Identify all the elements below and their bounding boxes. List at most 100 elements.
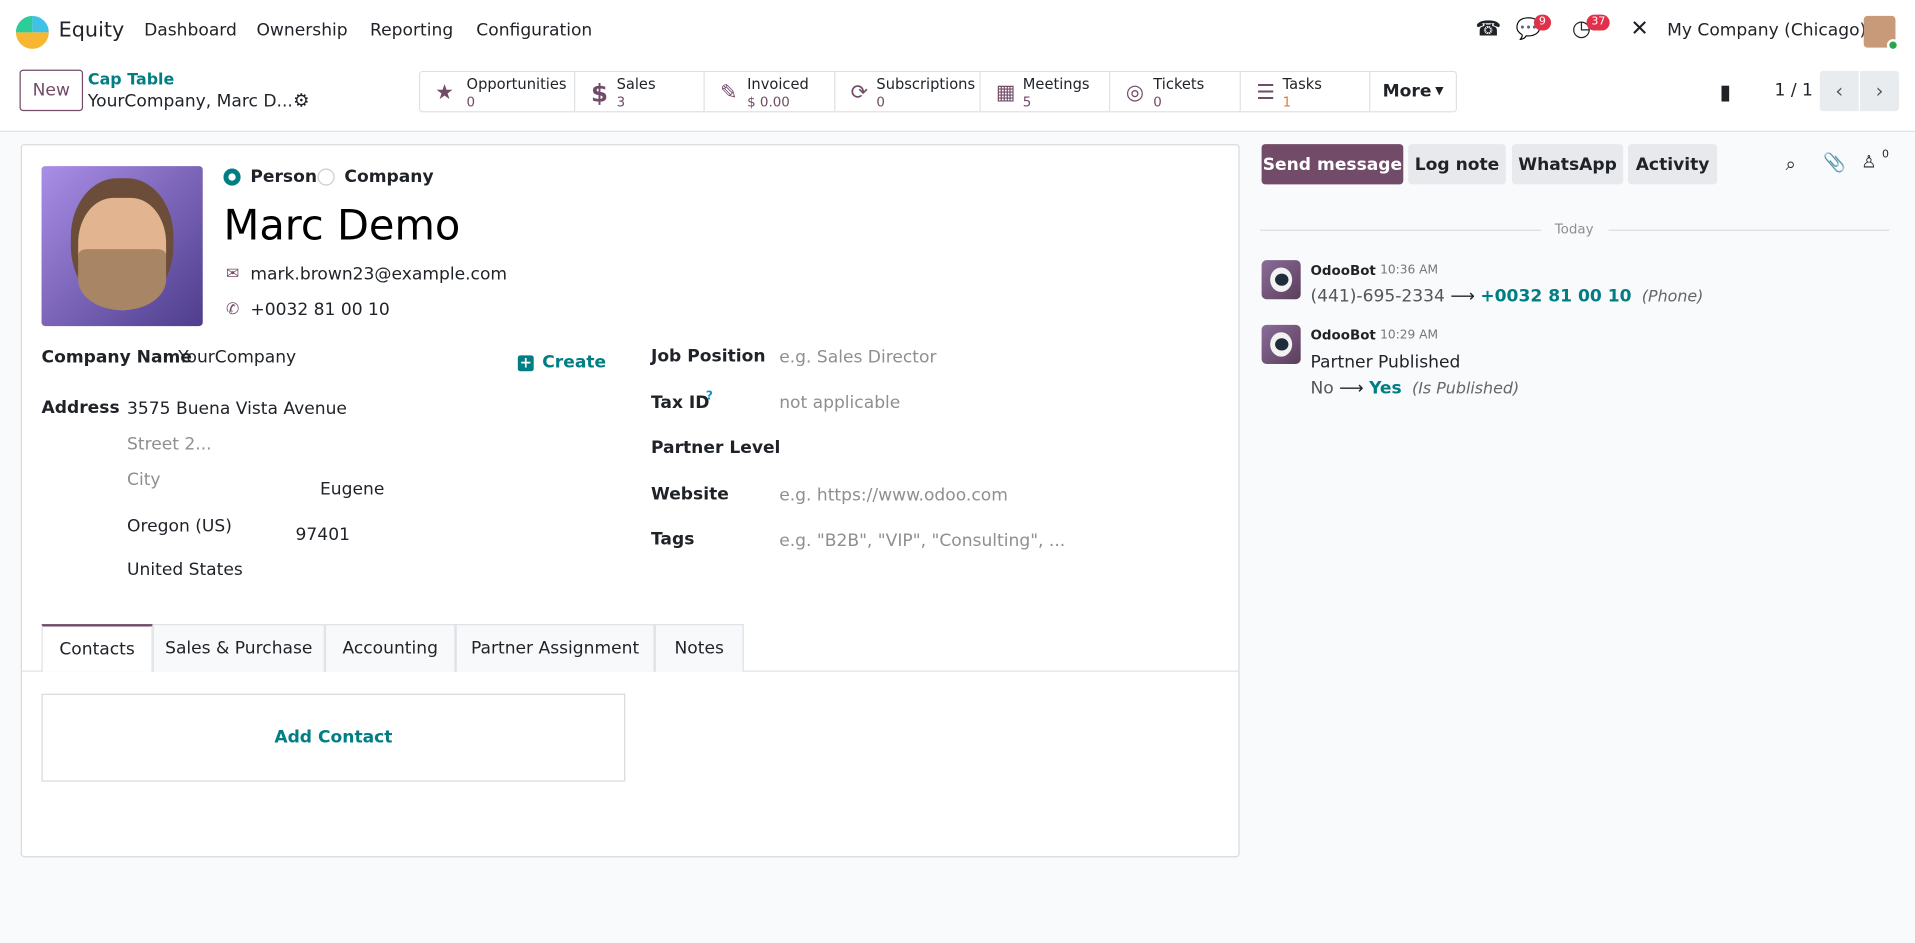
messages-badge: 9: [1533, 14, 1551, 31]
partner-avatar[interactable]: [41, 166, 203, 327]
create-company-button[interactable]: Create: [542, 353, 606, 373]
more-button[interactable]: More ▼: [1370, 72, 1455, 111]
paperclip-icon[interactable]: 📎: [1823, 151, 1846, 173]
company-name-label: Company Name: [41, 348, 192, 368]
state-field[interactable]: Oregon (US): [127, 517, 232, 537]
button-value: 0: [876, 94, 885, 110]
followers-count: 0: [1882, 148, 1890, 162]
plus-square-icon: +: [517, 354, 534, 372]
field-name: (Phone): [1641, 288, 1704, 307]
tab-sales-purchase[interactable]: Sales & Purchase: [152, 624, 325, 672]
opportunities-button[interactable]: ★ Opportunities 0: [420, 72, 576, 112]
meetings-button[interactable]: ▦ Meetings 5: [981, 72, 1111, 112]
street2-field[interactable]: Street 2...: [127, 435, 212, 455]
message-body: (441)-695-2334 ⟶ +0032 81 00 10 (Phone): [1310, 287, 1703, 307]
city-value[interactable]: Eugene: [320, 480, 384, 500]
city-field[interactable]: City: [127, 470, 161, 490]
menu-ownership[interactable]: Ownership: [256, 21, 347, 41]
followers-icon[interactable]: ♙: [1861, 153, 1876, 173]
gear-icon[interactable]: ⚙: [293, 89, 309, 111]
street-field[interactable]: 3575 Buena Vista Avenue: [127, 399, 347, 419]
company-switcher[interactable]: My Company (Chicago): [1667, 21, 1866, 41]
tags-field[interactable]: e.g. "B2B", "VIP", "Consulting", ...: [779, 531, 1065, 551]
phone-field[interactable]: +0032 81 00 10: [250, 300, 389, 320]
pager-prev-button[interactable]: ‹: [1819, 70, 1859, 112]
menu-configuration[interactable]: Configuration: [476, 21, 592, 41]
tab-notes[interactable]: Notes: [654, 624, 744, 672]
button-value: 0: [1153, 94, 1162, 110]
odoobot-avatar[interactable]: [1261, 260, 1301, 300]
tasks-icon: ☰: [1256, 80, 1275, 106]
button-value: 1: [1282, 94, 1292, 110]
tags-label: Tags: [650, 530, 695, 550]
pager-next-button[interactable]: ›: [1860, 70, 1900, 112]
country-field[interactable]: United States: [127, 561, 243, 581]
menu-dashboard[interactable]: Dashboard: [144, 21, 237, 41]
date-separator-line: [1608, 229, 1890, 231]
menu-reporting[interactable]: Reporting: [370, 21, 453, 41]
partner-level-label: Partner Level: [650, 438, 781, 458]
new-button[interactable]: New: [19, 69, 84, 112]
new-value: Yes: [1369, 378, 1402, 399]
message-author[interactable]: OdooBot: [1310, 327, 1375, 343]
website-label: Website: [650, 484, 729, 505]
tickets-button[interactable]: ◎ Tickets 0: [1111, 72, 1242, 112]
website-field[interactable]: e.g. https://www.odoo.com: [779, 486, 1008, 506]
message-time: 10:36 AM: [1380, 263, 1439, 278]
activity-button[interactable]: Activity: [1627, 144, 1718, 185]
new-value: +0032 81 00 10: [1480, 287, 1632, 307]
button-label: Meetings: [1022, 75, 1090, 93]
breadcrumb-cap-table[interactable]: Cap Table: [88, 71, 174, 89]
bookmark-icon[interactable]: ▮: [1720, 81, 1731, 105]
caret-down-icon: ▼: [1435, 85, 1444, 98]
invoiced-button[interactable]: ✎ Invoiced $ 0.00: [704, 72, 835, 112]
button-value: 5: [1022, 94, 1032, 110]
field-name: (Is Published): [1412, 379, 1520, 399]
top-navbar: Equity Dashboard Ownership Reporting Con…: [0, 0, 1915, 62]
date-separator-line: [1260, 229, 1542, 231]
log-note-button[interactable]: Log note: [1408, 144, 1506, 185]
sales-button[interactable]: $ Sales 3: [575, 72, 705, 112]
partner-name[interactable]: Marc Demo: [223, 202, 460, 251]
job-position-label: Job Position: [650, 346, 766, 367]
tab-partner-assignment[interactable]: Partner Assignment: [455, 624, 655, 672]
tab-contacts[interactable]: Contacts: [41, 624, 153, 672]
dollar-icon: $: [590, 78, 608, 108]
date-separator: Today: [1554, 221, 1594, 237]
tools-icon[interactable]: ✕: [1630, 16, 1648, 42]
message-author[interactable]: OdooBot: [1310, 263, 1375, 279]
tab-accounting[interactable]: Accounting: [324, 624, 456, 672]
job-position-field[interactable]: e.g. Sales Director: [779, 348, 936, 368]
subscriptions-button[interactable]: ⟳ Subscriptions 0: [835, 72, 982, 112]
whatsapp-button[interactable]: WhatsApp: [1511, 144, 1624, 185]
pager-value[interactable]: 1 / 1: [1775, 81, 1813, 101]
send-message-button[interactable]: Send message: [1261, 144, 1404, 185]
edit-icon: ✎: [720, 80, 738, 106]
button-value: 3: [616, 94, 626, 110]
help-icon[interactable]: ?: [706, 390, 713, 403]
activities-badge: 37: [1586, 14, 1611, 31]
company-name-field[interactable]: YourCompany: [178, 348, 296, 368]
equity-logo-icon[interactable]: [15, 15, 49, 49]
company-label: Company: [344, 167, 434, 187]
old-value: No: [1310, 378, 1334, 399]
tax-id-field[interactable]: not applicable: [779, 393, 900, 413]
zip-field[interactable]: 97401: [296, 525, 350, 545]
radio-person[interactable]: [223, 168, 241, 186]
button-label: Sales: [616, 75, 656, 93]
message-body: No ⟶ Yes (Is Published): [1310, 379, 1519, 399]
button-label: Tickets: [1153, 75, 1205, 93]
refresh-icon: ⟳: [850, 80, 869, 106]
message-time: 10:29 AM: [1380, 328, 1439, 342]
phone-icon[interactable]: ☎: [1475, 17, 1501, 41]
search-icon[interactable]: ⌕: [1786, 153, 1796, 175]
user-avatar[interactable]: [1863, 15, 1900, 52]
arrow-right-icon: ⟶: [1339, 378, 1370, 399]
radio-company[interactable]: [317, 168, 335, 186]
odoobot-avatar[interactable]: [1261, 324, 1301, 364]
button-value: 0: [466, 94, 476, 110]
email-field[interactable]: mark.brown23@example.com: [250, 265, 507, 285]
tasks-button[interactable]: ☰ Tasks 1: [1241, 72, 1371, 112]
add-contact-button[interactable]: Add Contact: [41, 693, 626, 782]
app-name[interactable]: Equity: [59, 18, 125, 42]
